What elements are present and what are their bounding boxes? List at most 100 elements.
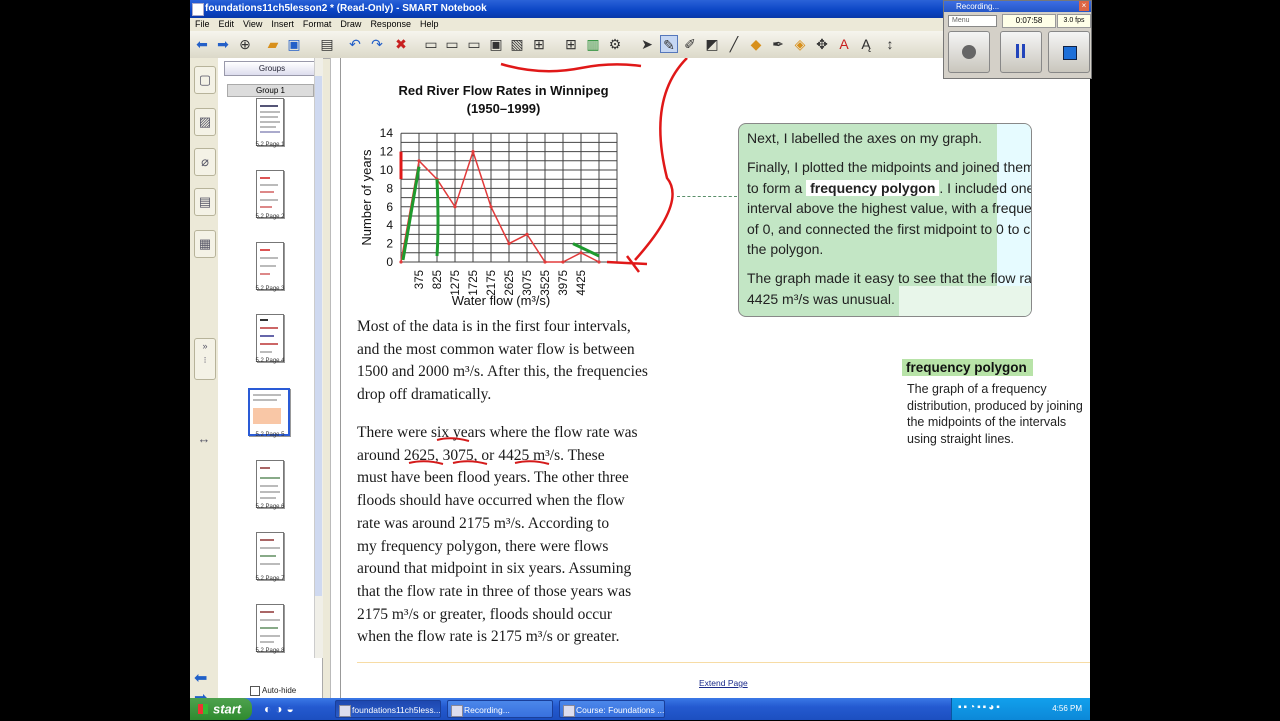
callout-line: 4425 m³/s was unusual.: [747, 290, 895, 307]
page-thumbnail[interactable]: [256, 170, 284, 218]
paragraph-line: that the flow rate in three of those yea…: [357, 582, 632, 600]
menu-draw[interactable]: Draw: [340, 18, 361, 31]
menu-view[interactable]: View: [243, 18, 262, 31]
fill-icon[interactable]: ◈: [791, 35, 809, 53]
line-icon[interactable]: ╱: [725, 35, 743, 53]
redo-icon[interactable]: ↷: [368, 35, 386, 53]
magic-pen-icon[interactable]: ✒: [769, 35, 787, 53]
callout-line: interval above the highest value, with a…: [747, 200, 1032, 216]
table-icon[interactable]: ⊞: [562, 35, 580, 53]
menu-edit[interactable]: Edit: [219, 18, 235, 31]
page-thumbnail[interactable]: [256, 604, 284, 652]
page-thumbnail[interactable]: [256, 98, 284, 146]
ruler-icon[interactable]: ⊞: [530, 35, 548, 53]
tray-icons[interactable]: ▪▪◔▪▪◕▪: [958, 702, 1002, 713]
shapes-icon[interactable]: ◆: [747, 35, 765, 53]
paste-icon[interactable]: ▤: [318, 35, 336, 53]
properties-icon[interactable]: ✥: [813, 35, 831, 53]
taskbar-item-browser[interactable]: Course: Foundations ...: [559, 700, 665, 718]
callout-line: Finally, I plotted the midpoints and joi…: [747, 159, 1032, 175]
ink-underline: [514, 460, 550, 465]
checkbox-box[interactable]: [250, 686, 260, 696]
menu-help[interactable]: Help: [420, 18, 439, 31]
menu-format[interactable]: Format: [303, 18, 332, 31]
page-label: 5.2 Page 5: [255, 432, 285, 438]
recorder-menu[interactable]: Menu: [948, 15, 997, 27]
recording-fps: 3.0 fps: [1057, 14, 1091, 28]
document-camera-icon[interactable]: ▧: [508, 35, 526, 53]
start-button[interactable]: start: [190, 698, 252, 720]
open-folder-icon[interactable]: ▰: [264, 35, 282, 53]
recorder-close-icon[interactable]: ×: [1079, 1, 1089, 11]
sorter-scrollbar[interactable]: [314, 58, 323, 658]
taskbar-item-notebook[interactable]: foundations11ch5less...: [335, 700, 441, 718]
menu-file[interactable]: File: [195, 18, 210, 31]
page-thumbnail[interactable]: [256, 460, 284, 508]
stop-button[interactable]: [1048, 31, 1090, 73]
ink-underline: [436, 437, 470, 442]
page-sorter-tab-icon[interactable]: ▢: [194, 66, 216, 94]
properties-tab-icon[interactable]: ▤: [194, 188, 216, 216]
screen-shade-icon[interactable]: ▭: [422, 35, 440, 53]
previous-page-icon[interactable]: ⬅: [194, 668, 207, 688]
resize-icon[interactable]: ↔: [194, 426, 214, 452]
gallery-tab-icon[interactable]: ▨: [194, 108, 216, 136]
quick-launch[interactable]: ◐◑◒: [264, 702, 298, 716]
callout-paragraph-2: Finally, I plotted the midpoints and joi…: [747, 157, 1032, 260]
insert-icon[interactable]: ▥: [584, 35, 602, 53]
capture-icon[interactable]: ▣: [487, 35, 505, 53]
dual-page-icon[interactable]: ▭: [465, 35, 483, 53]
creative-pen-icon[interactable]: ✐: [681, 35, 699, 53]
menu-response[interactable]: Response: [370, 18, 411, 31]
pen-icon[interactable]: ✎: [660, 35, 678, 53]
text-style-icon[interactable]: Ą: [857, 35, 875, 53]
attachments-tab-icon[interactable]: ⌀: [194, 148, 216, 176]
select-pointer-icon[interactable]: ➤: [638, 35, 656, 53]
save-icon[interactable]: ▣: [285, 35, 303, 53]
page-label: 5.2 Page 2: [255, 214, 285, 220]
autohide-checkbox[interactable]: Auto-hide: [250, 686, 296, 696]
callout-line: of 0, and connected the first midpoint t…: [747, 220, 1032, 237]
eraser-icon[interactable]: ◩: [703, 35, 721, 53]
page-label: 5.2 Page 3: [255, 286, 285, 292]
whiteboard-page: Red River Flow Rates in Winnipeg (1950–1…: [340, 58, 1090, 698]
delete-icon[interactable]: ✖: [392, 35, 410, 53]
page-thumbnail[interactable]: [256, 314, 284, 362]
windows-logo-icon: [198, 704, 208, 714]
page-thumbnail[interactable]: [256, 242, 284, 290]
page-thumbnail[interactable]: [256, 532, 284, 580]
page-thumbnail-current[interactable]: [248, 388, 290, 436]
smart-notebook-window: foundations11ch5lesson2 * (Read-Only) - …: [190, 0, 1090, 720]
glossary-definition: The graph of a frequency distribution, p…: [907, 382, 1083, 446]
move-toolbar-icon[interactable]: ↕: [881, 35, 899, 53]
clock: 4:56 PM: [1052, 704, 1082, 713]
text-icon[interactable]: A: [835, 35, 853, 53]
task-label: Recording...: [464, 705, 510, 715]
extend-page-link[interactable]: Extend Page: [699, 678, 748, 688]
record-button[interactable]: [948, 31, 990, 73]
settings-icon[interactable]: ⚙: [606, 35, 624, 53]
add-page-icon[interactable]: ⊕: [236, 35, 254, 53]
callout-text: . I included one: [939, 179, 1032, 196]
task-label: foundations11ch5less...: [352, 705, 441, 715]
back-arrow-icon[interactable]: ⬅: [193, 35, 211, 53]
ink-underline: [452, 460, 488, 465]
expand-panel-icon[interactable]: » ⁝: [194, 338, 216, 380]
undo-icon[interactable]: ↶: [346, 35, 364, 53]
addons-tab-icon[interactable]: ▦: [194, 230, 216, 258]
page-label: 5.2 Page 7: [255, 576, 285, 582]
paragraph-line: when the flow rate is 2175 m³/s or great…: [357, 628, 620, 646]
full-screen-icon[interactable]: ▭: [443, 35, 461, 53]
recording-task-icon: [451, 705, 463, 717]
forward-arrow-icon[interactable]: ➡: [214, 35, 232, 53]
group-header[interactable]: Group 1: [227, 84, 314, 97]
sorter-scroll-thumb[interactable]: [315, 76, 322, 596]
app-icon: [192, 3, 204, 16]
page-divider: [357, 662, 1090, 663]
taskbar-item-recording[interactable]: Recording...: [447, 700, 553, 718]
menu-insert[interactable]: Insert: [271, 18, 294, 31]
callout-box: Next, I labelled the axes on my graph. F…: [738, 123, 1032, 317]
groups-button[interactable]: Groups: [224, 61, 320, 76]
autohide-label: Auto-hide: [262, 686, 297, 696]
pause-button[interactable]: [1000, 31, 1042, 73]
